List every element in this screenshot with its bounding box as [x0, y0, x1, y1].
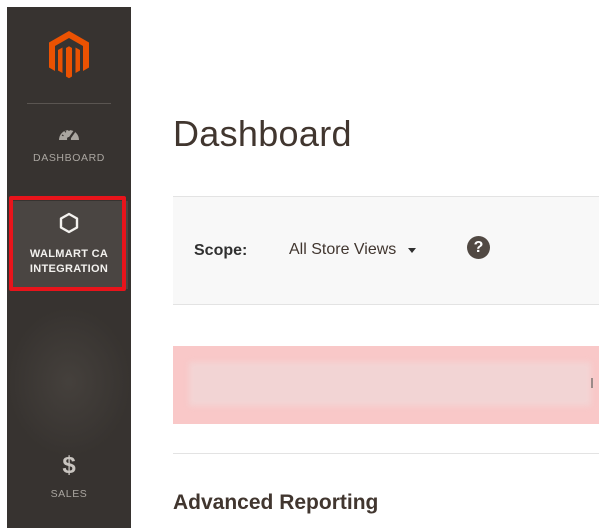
message-text-fragment [591, 378, 593, 388]
magento-logo-icon[interactable] [47, 29, 91, 81]
scope-label: Scope: [194, 242, 248, 259]
sidebar-item-label: DASHBOARD [33, 152, 105, 164]
admin-sidebar: DASHBOARD WALMART CA INTEGRATION $ SALES [7, 7, 131, 528]
section-divider [173, 453, 599, 454]
system-message-bar [173, 346, 599, 424]
section-heading: Advanced Reporting [173, 491, 379, 514]
admin-page: DASHBOARD WALMART CA INTEGRATION $ SALES… [0, 0, 599, 528]
store-view-switcher[interactable]: All Store Views [289, 241, 417, 259]
page-title: Dashboard [173, 113, 352, 154]
redacted-message [189, 362, 591, 406]
sidebar-glow [7, 307, 131, 457]
hexagon-icon [10, 212, 128, 239]
dollar-icon: $ [62, 452, 76, 479]
scope-bar: Scope: All Store Views ? [173, 196, 599, 305]
sidebar-item-label: WALMART CA INTEGRATION [10, 247, 128, 277]
store-view-value: All Store Views [289, 241, 397, 258]
help-icon[interactable]: ? [467, 236, 490, 259]
sidebar-item-label-line2: INTEGRATION [29, 263, 109, 275]
caret-down-icon [408, 247, 417, 253]
speedometer-icon [7, 125, 131, 146]
sidebar-item-label: SALES [50, 488, 88, 500]
sidebar-item-sales[interactable]: $ SALES [7, 452, 131, 522]
logo-divider [27, 103, 111, 104]
sidebar-item-walmart-ca-integration[interactable]: WALMART CA INTEGRATION [10, 201, 128, 289]
sidebar-item-dashboard[interactable]: DASHBOARD [7, 125, 131, 185]
sidebar-item-label-line1: WALMART CA [29, 248, 109, 260]
